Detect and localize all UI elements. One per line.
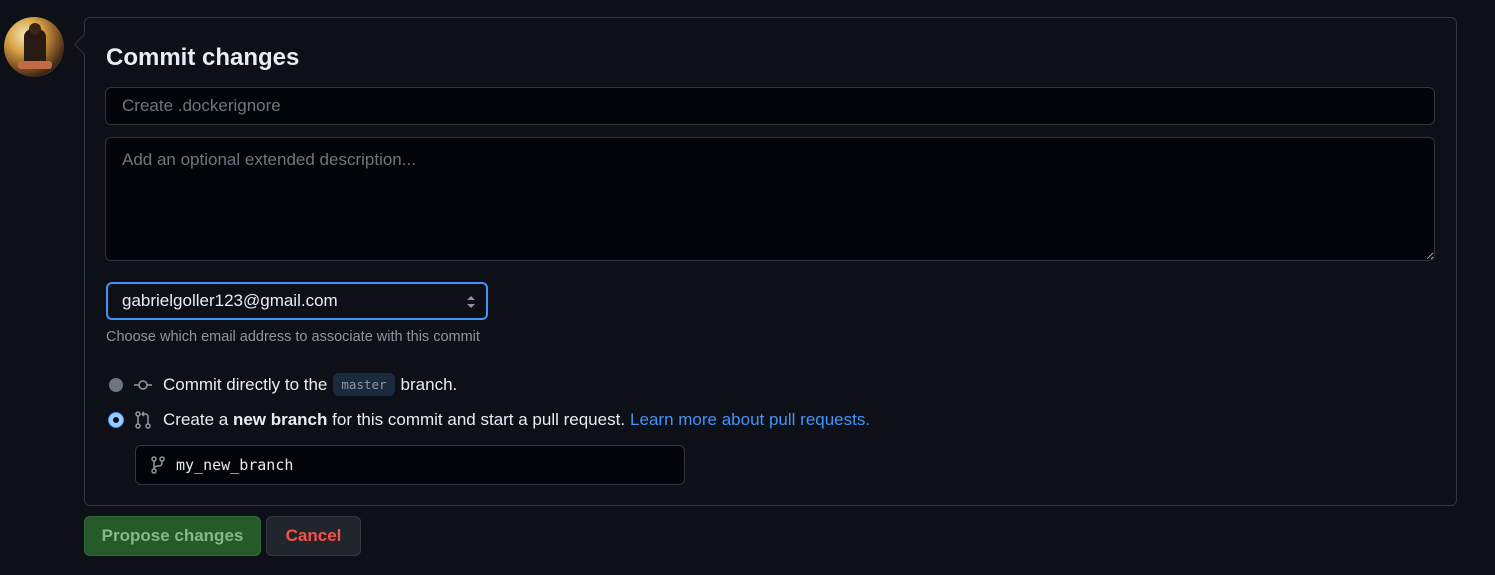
option-text: Commit directly to the — [163, 374, 328, 394]
option-text-bold: new branch — [232, 410, 328, 429]
commit-description-input[interactable] — [105, 137, 1435, 261]
git-pull-request-icon — [135, 411, 151, 429]
new-branch-field[interactable] — [135, 445, 685, 485]
git-branch-icon — [151, 456, 165, 474]
git-commit-icon — [134, 379, 152, 390]
new-branch-radio[interactable] — [109, 413, 123, 427]
commit-summary-input[interactable] — [105, 87, 1435, 125]
commit-title: Commit changes — [106, 44, 300, 71]
commit-directly-radio[interactable] — [109, 377, 123, 392]
cancel-button[interactable]: Cancel — [266, 516, 361, 556]
select-arrows-icon — [467, 296, 475, 308]
option-text: Create a — [163, 410, 229, 429]
avatar-detail — [18, 61, 52, 69]
email-help-text: Choose which email address to associate … — [106, 329, 480, 345]
email-select-value: gabrielgoller123@gmail.com — [122, 291, 338, 310]
avatar-figure — [24, 23, 46, 65]
option-text-suffix: branch. — [400, 374, 458, 394]
branch-name-badge: master — [333, 373, 395, 396]
commit-changes-panel: Commit changes gabrielgoller123@gmail.co… — [84, 17, 1457, 506]
new-branch-option[interactable]: Create a new branch for this commit and … — [109, 410, 870, 430]
propose-changes-button[interactable]: Propose changes — [84, 516, 261, 556]
commit-directly-option[interactable]: Commit directly to the master branch. — [109, 373, 457, 396]
option-text-suffix: for this commit and start a pull request… — [332, 410, 626, 429]
new-branch-name-input[interactable] — [176, 456, 656, 474]
user-avatar[interactable] — [4, 17, 64, 77]
email-select[interactable]: gabrielgoller123@gmail.com — [106, 282, 488, 320]
learn-more-pull-requests-link[interactable]: Learn more about pull requests. — [630, 410, 870, 430]
